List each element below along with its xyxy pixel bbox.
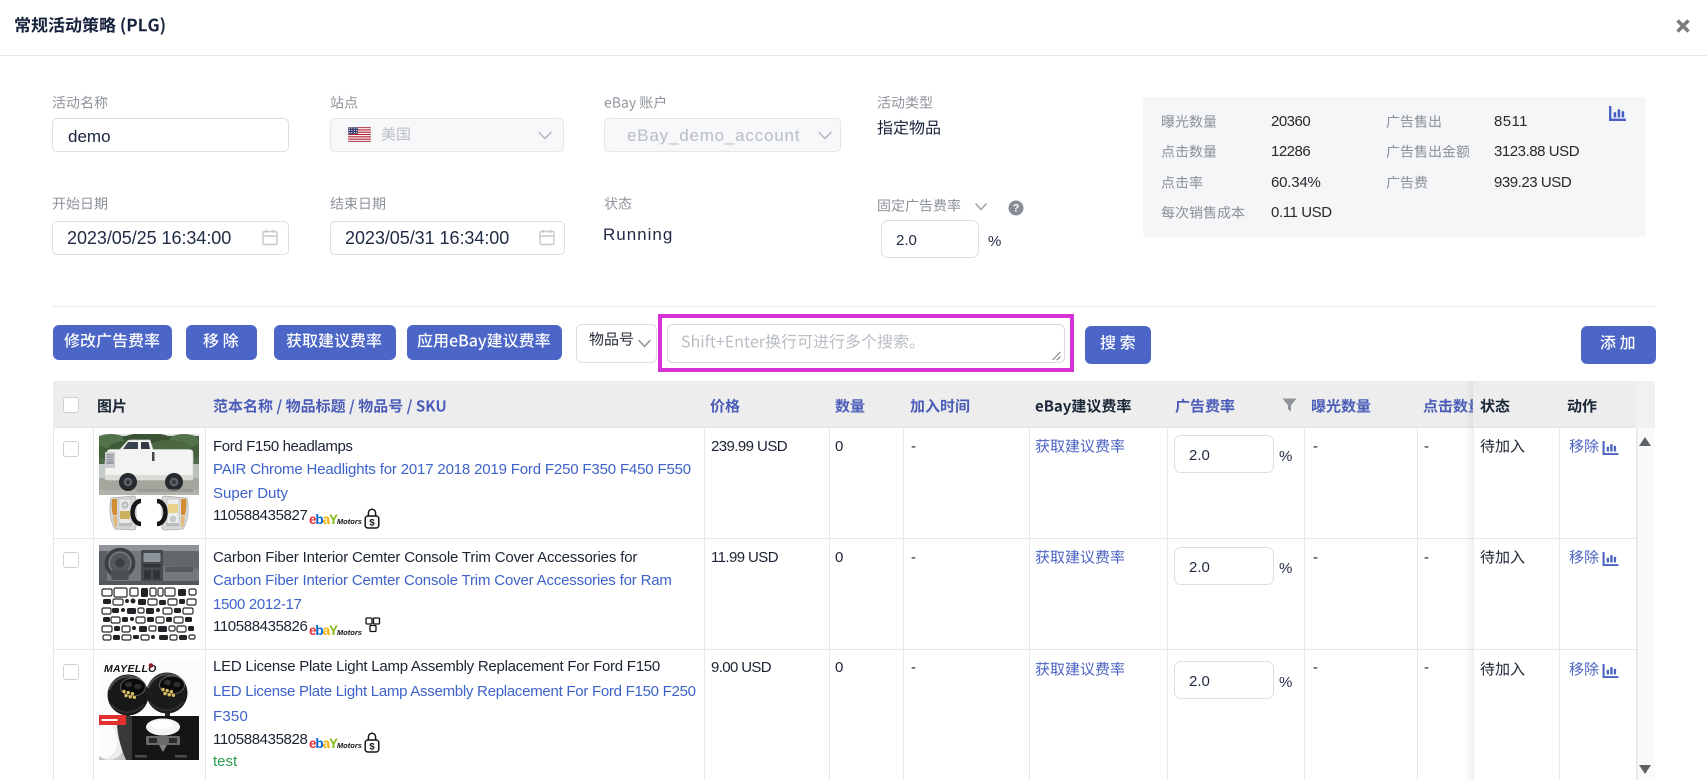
svg-text:MAYELLO: MAYELLO [104, 663, 157, 675]
svg-text:$: $ [369, 517, 375, 528]
svg-text:$: $ [369, 741, 375, 752]
svg-text:?: ? [1013, 203, 1020, 215]
